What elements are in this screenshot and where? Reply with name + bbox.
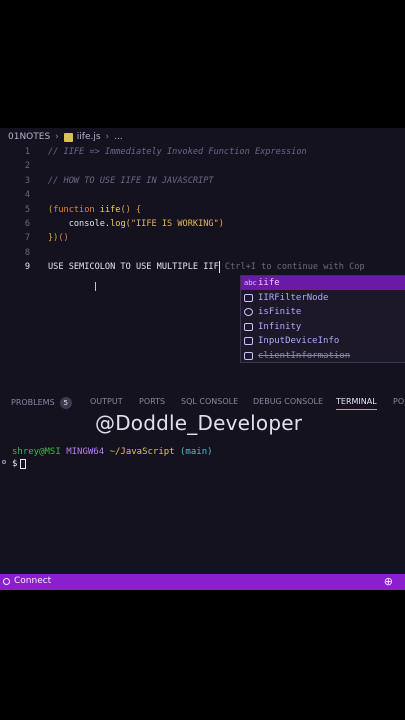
terminal-prompt-symbol: $ (12, 459, 18, 469)
zoom-icon[interactable]: ⊕ (384, 575, 393, 588)
breadcrumb-separator-icon: › (55, 132, 59, 142)
panel-tab-label: TERMINAL (336, 397, 377, 406)
breadcrumb-folder[interactable]: 01NOTES (8, 132, 50, 142)
variable-icon (244, 322, 253, 331)
code-token: // HOW TO USE IIFE IN JAVASCRIPT (48, 175, 214, 186)
terminal-user-host: shrey@MSI (12, 447, 61, 457)
panel-tab-label: OUTPUT (90, 397, 123, 406)
editor-window: 01NOTES › iife.js › ... 1 // IIFE => Imme… (0, 128, 405, 590)
terminal-shell: MINGW64 (66, 447, 105, 457)
code-line[interactable]: 1 // IIFE => Immediately Invoked Function… (0, 145, 405, 159)
code-line[interactable]: 5 (function iife() { (0, 203, 405, 217)
panel-tab-po[interactable]: PO (393, 397, 404, 406)
inline-suggestion-hint: Ctrl+I to continue with Cop (219, 262, 365, 273)
code-token: // IIFE => Immediately Invoked Function … (48, 147, 307, 157)
javascript-file-icon (63, 132, 73, 142)
terminal-prompt-line: shrey@MSI MINGW64 ~/JavaScript (main) (12, 446, 213, 458)
code-line[interactable]: 7})() (0, 231, 405, 245)
code-token: }) (48, 233, 59, 244)
variable-icon (244, 351, 253, 360)
panel-tab-bar: PROBLEMS 5 OUTPUT PORTS SQL CONSOLE DEBUG CON… (0, 393, 405, 413)
panel-tab-label: SQL CONSOLE (181, 397, 239, 406)
suggestion-item[interactable]: clientInformation (241, 349, 405, 363)
code-token: console (48, 219, 105, 229)
line-number: 2 (24, 161, 30, 172)
method-cube-icon (244, 308, 253, 316)
panel-tab-label: PROBLEMS (11, 398, 55, 407)
code-token: ("IIFE IS WORKING") (125, 219, 224, 229)
breadcrumb-file[interactable]: iife.js (77, 132, 101, 142)
code-line-text: (function iife() { (48, 203, 141, 217)
panel-tab-debug-console[interactable]: DEBUG CONSOLE (253, 397, 323, 406)
line-number: 6 (24, 219, 30, 229)
panel-tab-label: PO (393, 397, 405, 406)
suggestion-label: Infinity (258, 321, 302, 332)
suggestion-label: isFinite (258, 307, 302, 317)
code-token: () (58, 233, 69, 244)
panel-tab-sql-console[interactable]: SQL CONSOLE (181, 397, 238, 406)
code-line-text: })() (48, 231, 69, 245)
line-number: 5 (24, 204, 30, 215)
suggestion-widget[interactable]: abc iife IIRFilterNode isFinite Infinity Inpu… (240, 275, 405, 363)
line-number: 1 (24, 147, 30, 157)
code-line[interactable]: 4 (0, 188, 405, 202)
code-line[interactable]: 2 (0, 159, 405, 173)
remote-connect-label[interactable]: Connect (14, 576, 51, 586)
terminal-path: ~/JavaScript (109, 447, 175, 457)
breadcrumb-symbols[interactable]: ... (114, 132, 123, 142)
line-number: 8 (24, 247, 30, 258)
panel-tab-terminal[interactable]: TERMINAL (336, 397, 377, 410)
suggestion-item[interactable]: IIRFilterNode (241, 291, 405, 305)
code-token: USE SEMICOLON TO USE MULTIPLE IIF (48, 262, 219, 273)
code-line[interactable]: 9 USE SEMICOLON TO USE MULTIPLE IIF Ctrl+… (0, 260, 405, 274)
code-token: log (110, 219, 126, 229)
code-line-text: console.log("IIFE IS WORKING") (48, 217, 224, 231)
line-number: 7 (24, 233, 30, 244)
suggestion-label: InputDeviceInfo (258, 336, 340, 346)
suggestion-item[interactable]: InputDeviceInfo (241, 334, 405, 348)
terminal-status-dot-icon (2, 460, 6, 464)
breadcrumb: 01NOTES › iife.js › ... (0, 128, 405, 146)
breadcrumb-separator-icon: › (105, 132, 110, 142)
code-line-text: USE SEMICOLON TO USE MULTIPLE IIF Ctrl+I… (48, 260, 365, 274)
status-bar: Connect ⊕ (0, 574, 405, 590)
suggestion-label: clientInformation (258, 350, 351, 361)
panel-tab-ports[interactable]: PORTS (139, 397, 165, 406)
suggestion-item[interactable]: isFinite (241, 305, 405, 319)
panel-tab-label: DEBUG CONSOLE (253, 397, 324, 406)
suggestion-item[interactable]: Infinity (241, 320, 405, 334)
panel-tab-problems[interactable]: PROBLEMS 5 (11, 397, 72, 409)
line-number: 9 (24, 262, 30, 273)
variable-icon (244, 293, 253, 302)
code-line[interactable]: 8 (0, 246, 405, 260)
variable-icon (244, 337, 253, 345)
line-number: 3 (24, 175, 30, 186)
remote-connect-icon[interactable] (3, 578, 10, 585)
suggestion-item[interactable]: abc iife (241, 276, 405, 290)
panel-tab-label: PORTS (139, 397, 166, 406)
text-cursor-icon (95, 282, 101, 291)
code-token: function (53, 204, 100, 215)
suggestion-label: IIRFilterNode (258, 292, 329, 303)
suggestion-label: iife (258, 278, 280, 288)
line-number: 4 (24, 190, 30, 201)
code-line-text: // IIFE => Immediately Invoked Function … (48, 145, 307, 159)
panel-tab-output[interactable]: OUTPUT (90, 397, 123, 406)
terminal-input-line[interactable]: $ (12, 458, 27, 470)
text-suggestion-icon: abc (244, 279, 257, 287)
terminal-cursor (20, 458, 27, 469)
watermark-text: @Doddle_Developer (95, 411, 303, 435)
code-token: () { (120, 204, 142, 215)
problems-count-badge: 5 (59, 397, 72, 409)
code-token: iife (99, 204, 121, 215)
code-line[interactable]: 3 // HOW TO USE IIFE IN JAVASCRIPT (0, 174, 405, 188)
code-line-text: // HOW TO USE IIFE IN JAVASCRIPT (48, 174, 214, 188)
terminal-branch: (main) (180, 447, 213, 457)
code-line[interactable]: 6 console.log("IIFE IS WORKING") (0, 217, 405, 231)
